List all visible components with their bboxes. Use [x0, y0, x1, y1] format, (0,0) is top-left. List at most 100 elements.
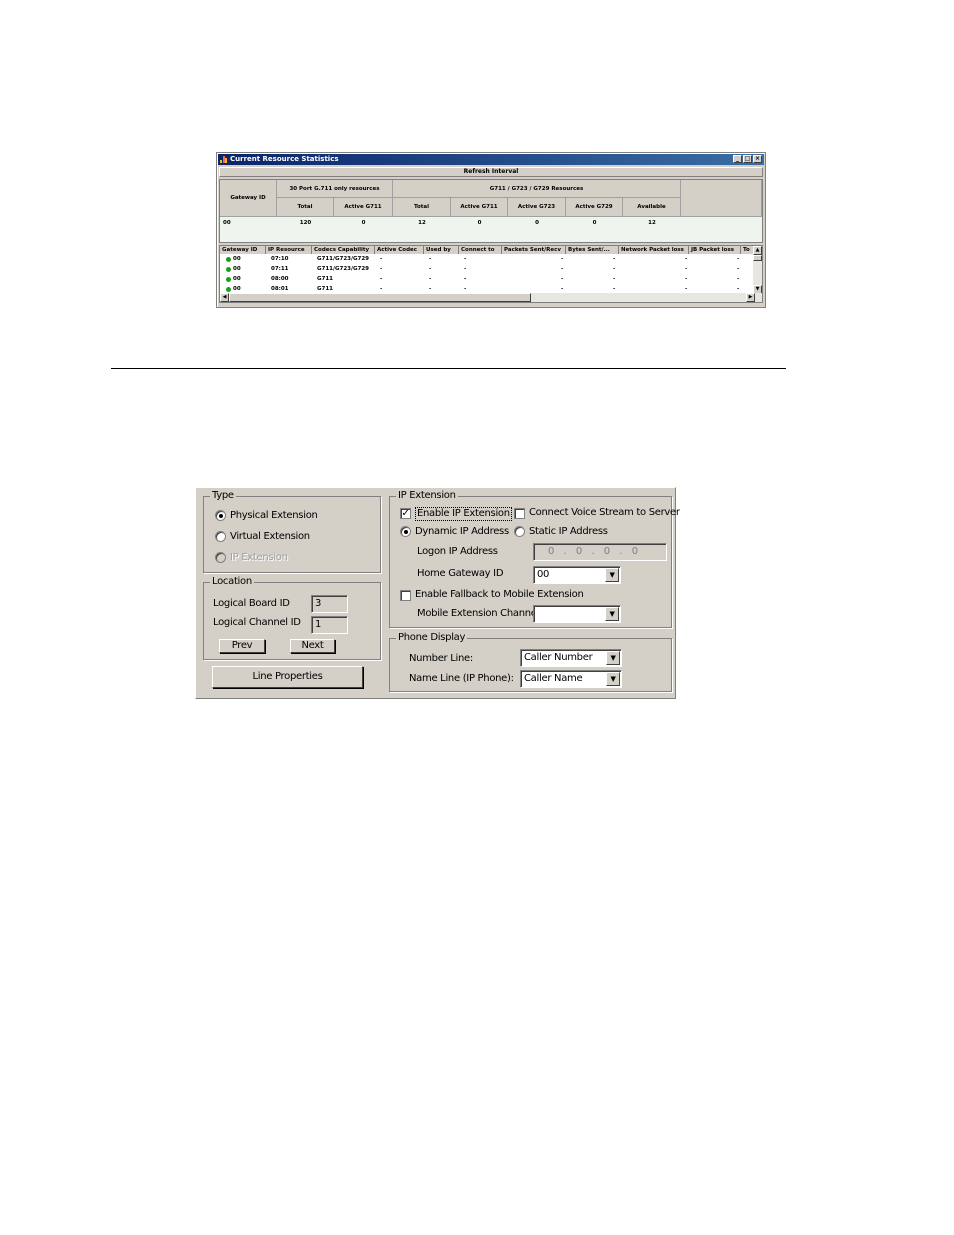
next-button[interactable]: Next — [290, 639, 335, 653]
chevron-down-icon[interactable]: ▼ — [606, 651, 620, 665]
enable-fallback-label[interactable]: Enable Fallback to Mobile Extension — [415, 589, 584, 601]
cell-active: - — [380, 256, 383, 262]
status-dot-icon — [226, 277, 231, 282]
list-item[interactable]: 00 08:00 G711 - - - - - - - — [220, 274, 754, 284]
summary-active-g711-1: 0 — [361, 220, 366, 226]
type-group: Type Physical Extension Virtual Extensio… — [203, 490, 381, 573]
logical-board-id-field[interactable]: 3 — [311, 595, 348, 613]
phone-display-legend: Phone Display — [396, 632, 468, 644]
enable-ip-extension-checkbox[interactable]: ✓ — [400, 508, 411, 519]
location-group: Location Logical Board ID 3 Logical Chan… — [203, 576, 381, 660]
column-header[interactable]: Codecs Capability — [312, 246, 375, 254]
name-line-value: Caller Name — [524, 673, 583, 684]
summary-active-g711-2: 0 — [477, 220, 482, 226]
dynamic-ip-label[interactable]: Dynamic IP Address — [415, 526, 509, 538]
summary-active-g729: 0 — [592, 220, 597, 226]
number-line-label: Number Line: — [409, 653, 473, 664]
name-line-select[interactable]: Caller Name ▼ — [520, 670, 622, 688]
status-dot-icon — [226, 287, 231, 292]
number-line-value: Caller Number — [524, 652, 593, 663]
vertical-scroll-thumb[interactable] — [753, 255, 762, 261]
status-dot-icon — [226, 267, 231, 272]
home-gateway-select[interactable]: 00 ▼ — [533, 566, 621, 584]
name-line-label: Name Line (IP Phone): — [409, 673, 514, 684]
type-legend: Type — [210, 490, 236, 502]
summary-gateway-id: 00 — [223, 220, 231, 226]
resource-statistics-window: Current Resource Statistics _ □ × Refres… — [216, 152, 766, 308]
connect-voice-stream-label[interactable]: Connect Voice Stream to Server — [529, 507, 680, 519]
horizontal-scrollbar[interactable]: ◀ ▶ — [220, 293, 762, 302]
minimize-icon[interactable]: _ — [733, 155, 742, 163]
cell-bytes: - — [613, 256, 616, 262]
cell-bytes: - — [613, 266, 616, 272]
column-header[interactable]: IP Resource — [266, 246, 312, 254]
enable-ip-extension-label[interactable]: Enable IP Extension — [415, 507, 512, 521]
column-header[interactable]: Connect to — [459, 246, 502, 254]
maximize-icon[interactable]: □ — [743, 155, 752, 163]
group-30port-header: 30 Port G.711 only resources — [277, 180, 393, 198]
resource-list[interactable]: Gateway ID IP Resource Codecs Capability… — [219, 245, 763, 303]
cell-packets: - — [561, 276, 564, 282]
ip-extension-legend: IP Extension — [396, 490, 458, 502]
ip-extension-label: IP Extension — [230, 552, 288, 563]
virtual-extension-radio[interactable] — [215, 531, 226, 542]
cell-connect: - — [464, 266, 467, 272]
group-mixed-header: G711 / G723 / G729 Resources — [393, 180, 681, 198]
prev-button[interactable]: Prev — [219, 639, 265, 653]
cell-active: - — [380, 266, 383, 272]
column-header[interactable]: Active Codec — [375, 246, 424, 254]
list-item[interactable]: 00 07:10 G711/G723/G729 - - - - - - - — [220, 254, 754, 264]
cell-resource: 08:00 — [271, 276, 289, 282]
cell-gateway: 00 — [233, 256, 241, 262]
virtual-extension-label[interactable]: Virtual Extension — [230, 531, 310, 543]
scroll-right-icon[interactable]: ▶ — [746, 293, 755, 302]
static-ip-radio[interactable] — [514, 526, 525, 537]
summary-total-2: 12 — [418, 220, 426, 226]
connect-voice-stream-checkbox[interactable] — [514, 508, 525, 519]
window-title: Current Resource Statistics — [230, 155, 339, 163]
mobile-channel-label: Mobile Extension Channel — [417, 608, 540, 619]
horizontal-scroll-thumb[interactable] — [229, 293, 531, 302]
chevron-down-icon[interactable]: ▼ — [606, 672, 620, 686]
logon-ip-field[interactable]: 0 . 0 . 0 . 0 — [533, 543, 667, 561]
summary-total-1: 120 — [299, 220, 312, 226]
line-properties-button[interactable]: Line Properties — [212, 666, 363, 688]
vertical-scrollbar[interactable]: ▲ ▼ — [753, 246, 762, 294]
location-legend: Location — [210, 576, 254, 588]
scroll-left-icon[interactable]: ◀ — [220, 293, 229, 302]
extension-settings-dialog: Type Physical Extension Virtual Extensio… — [195, 487, 680, 699]
sub-total-1: Total — [277, 198, 334, 217]
home-gateway-label: Home Gateway ID — [417, 568, 504, 579]
chevron-down-icon[interactable]: ▼ — [605, 607, 619, 621]
column-header[interactable]: Gateway ID — [220, 246, 266, 254]
enable-fallback-checkbox[interactable] — [400, 590, 411, 601]
window-title-bar[interactable]: Current Resource Statistics _ □ × — [218, 154, 764, 165]
column-header[interactable]: JB Packet loss — [689, 246, 741, 254]
column-header[interactable]: Network Packet loss — [619, 246, 689, 254]
mobile-channel-select[interactable]: ▼ — [533, 605, 621, 623]
cell-codecs: G711/G723/G729 — [317, 256, 370, 262]
chevron-down-icon[interactable]: ▼ — [605, 568, 619, 582]
list-item[interactable]: 00 07:11 G711/G723/G729 - - - - - - - — [220, 264, 754, 274]
cell-resource: 07:11 — [271, 266, 289, 272]
close-icon[interactable]: × — [753, 155, 762, 163]
physical-extension-radio[interactable] — [215, 510, 226, 521]
column-header[interactable]: Bytes Sent/... — [566, 246, 619, 254]
physical-extension-label[interactable]: Physical Extension — [230, 510, 318, 522]
sub-total-2: Total — [393, 198, 451, 217]
summary-empty-header — [681, 180, 762, 217]
static-ip-label[interactable]: Static IP Address — [529, 526, 608, 538]
column-header[interactable]: Used by — [424, 246, 459, 254]
cell-resource: 07:10 — [271, 256, 289, 262]
cell-connect: - — [464, 256, 467, 262]
dynamic-ip-radio[interactable] — [400, 526, 411, 537]
number-line-select[interactable]: Caller Number ▼ — [520, 649, 622, 667]
logical-channel-id-field[interactable]: 1 — [311, 616, 348, 634]
refresh-interval-button[interactable]: Refresh Interval — [219, 167, 763, 177]
sub-active-g711-1: Active G711 — [334, 198, 393, 217]
summary-active-g723: 0 — [535, 220, 539, 226]
cell-gateway: 00 — [233, 266, 241, 272]
column-header[interactable]: Packets Sent/Recv — [502, 246, 566, 254]
logon-ip-label: Logon IP Address — [417, 546, 498, 557]
scroll-up-icon[interactable]: ▲ — [753, 246, 762, 255]
